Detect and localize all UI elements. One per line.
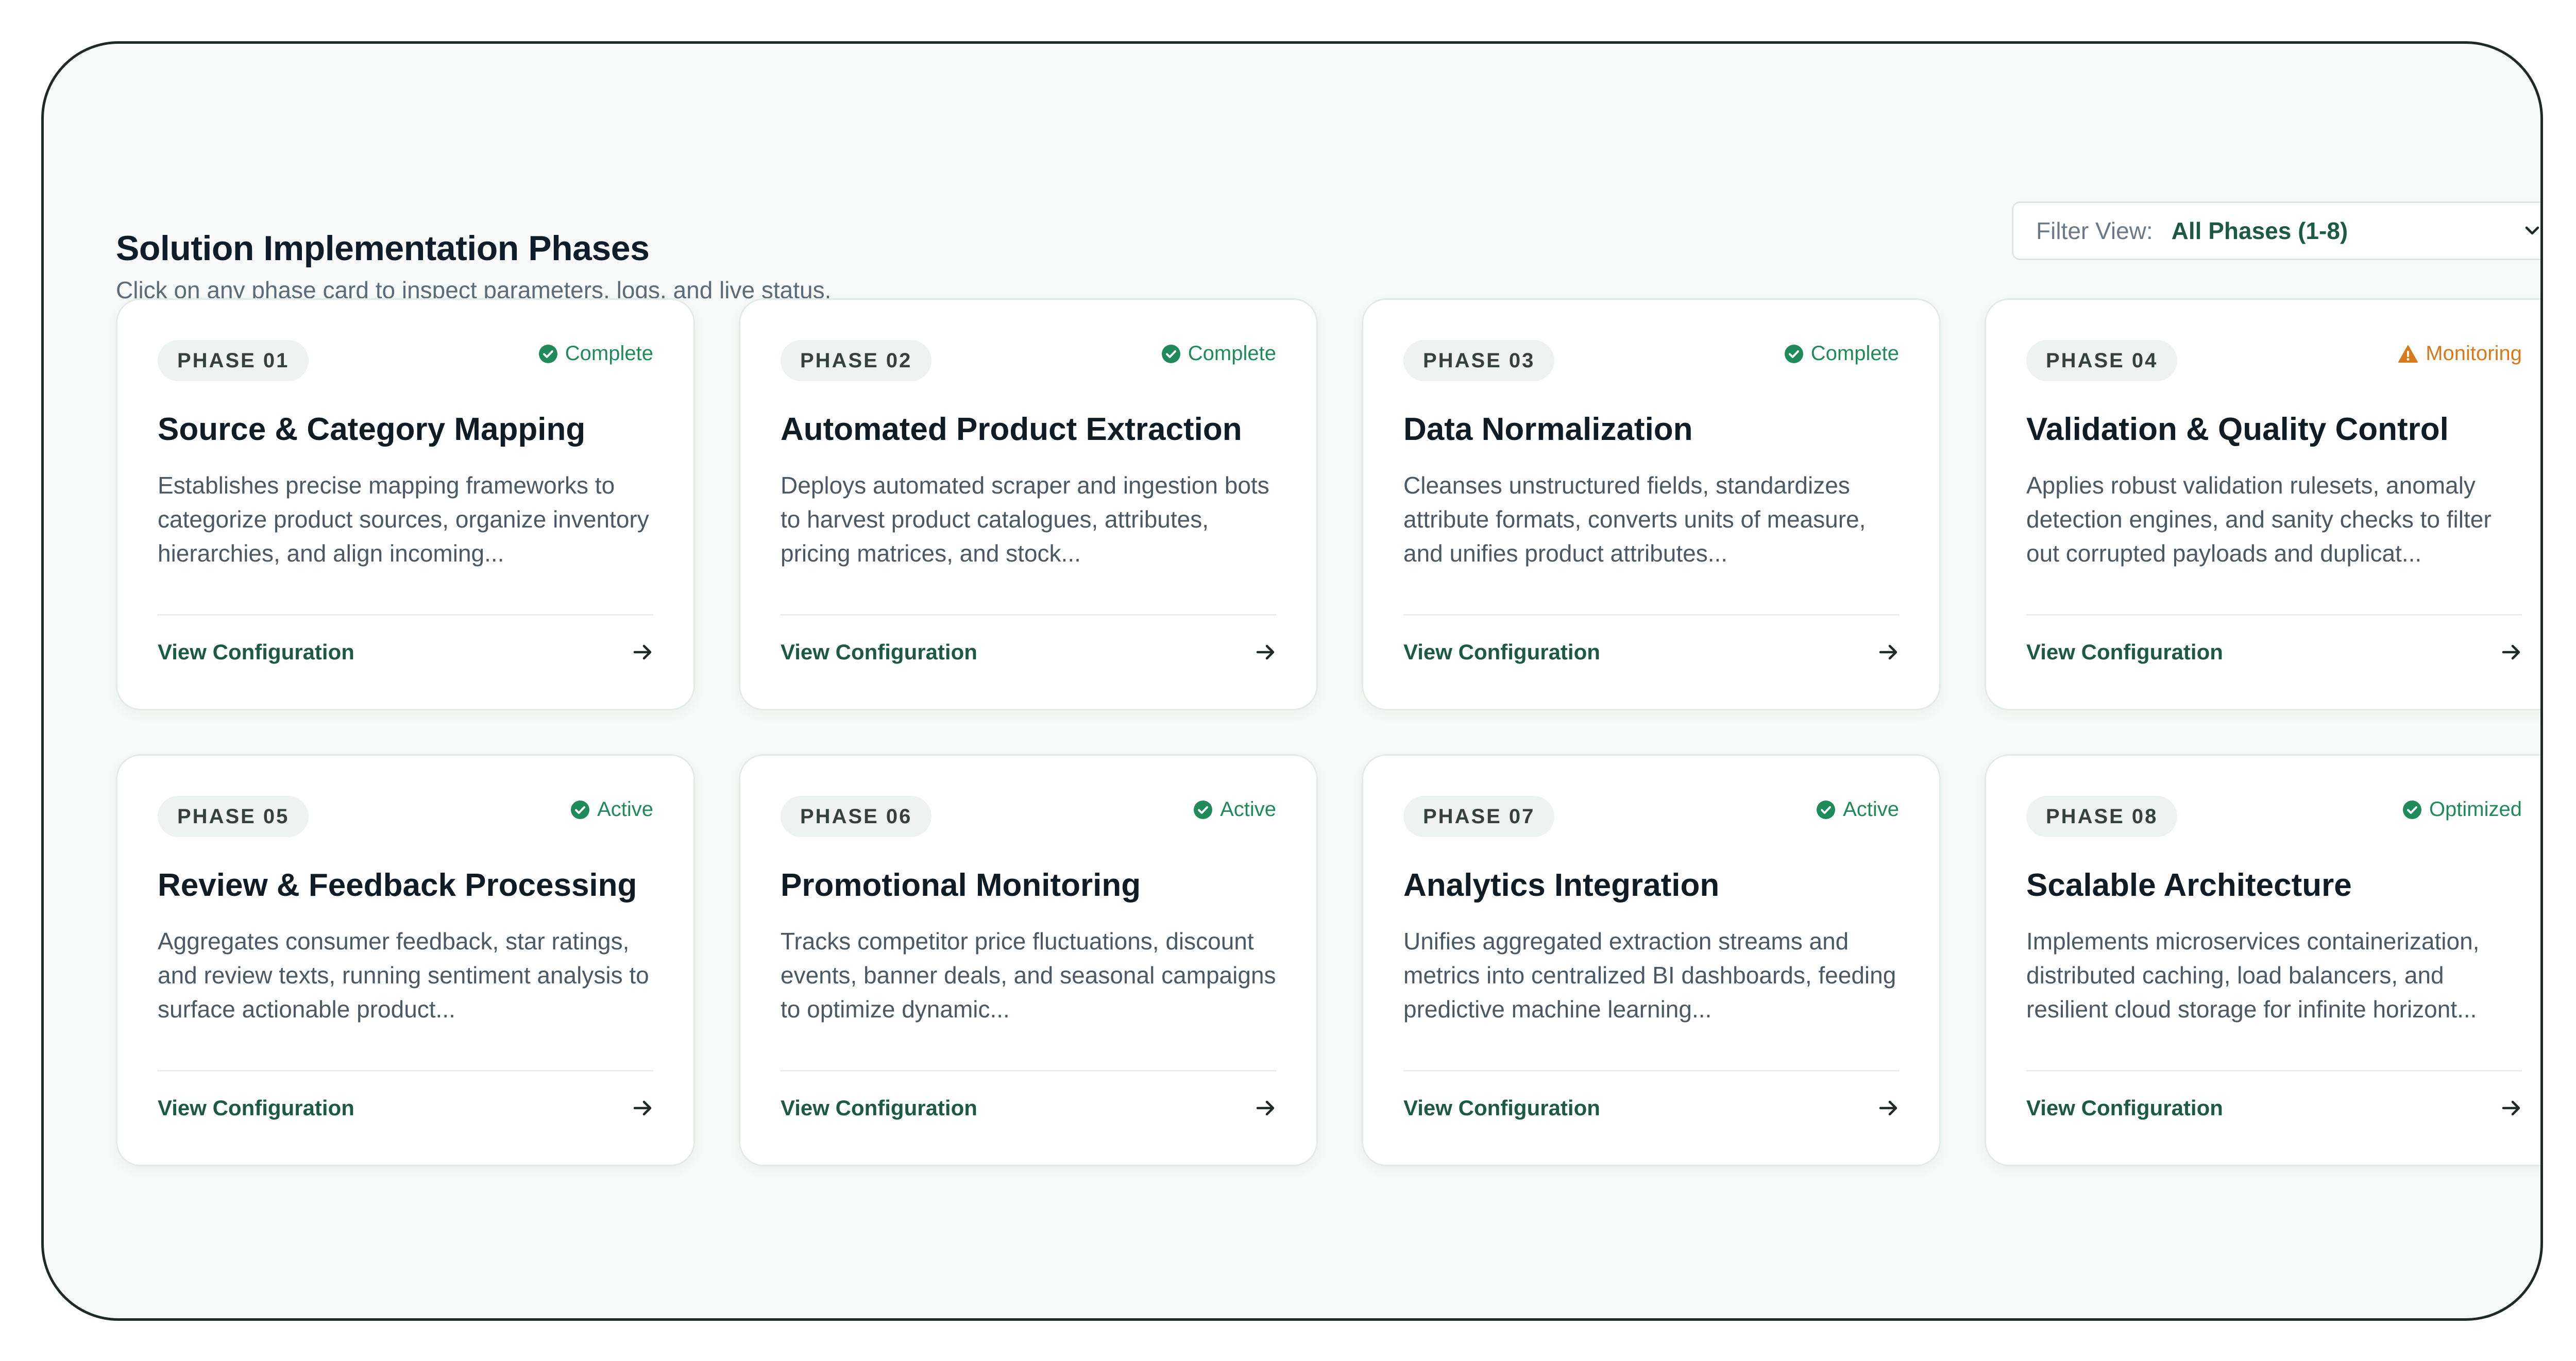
divider (1403, 1070, 1899, 1071)
view-configuration-link[interactable]: View Configuration (781, 1096, 977, 1120)
divider (158, 1070, 653, 1071)
arrow-right-icon[interactable] (633, 643, 653, 661)
phase-card-05[interactable]: PHASE 05 Active Review & Feedback Proces… (116, 754, 695, 1166)
phase-card-04[interactable]: PHASE 04 Monitoring Validation & Quality… (1985, 298, 2540, 710)
phase-badge: PHASE 08 (2026, 796, 2178, 837)
check-circle-icon (538, 344, 557, 363)
view-configuration-link[interactable]: View Configuration (781, 640, 977, 665)
phase-description: Unifies aggregated extraction streams an… (1403, 928, 1896, 1023)
view-configuration-link[interactable]: View Configuration (2026, 1096, 2223, 1120)
phase-title: Promotional Monitoring (781, 867, 1141, 903)
status-label: Optimized (2429, 798, 2522, 821)
divider (781, 614, 1276, 616)
status-badge: Monitoring (2398, 342, 2522, 365)
status-label: Complete (565, 342, 653, 365)
phase-title: Review & Feedback Processing (158, 867, 637, 903)
phase-title: Automated Product Extraction (781, 412, 1242, 447)
view-configuration-link[interactable]: View Configuration (1403, 1096, 1600, 1120)
check-circle-icon (2402, 800, 2421, 819)
chevron-down-icon (2524, 223, 2540, 239)
check-circle-icon (1784, 344, 1803, 363)
phase-badge: PHASE 06 (781, 796, 932, 837)
view-configuration-link[interactable]: View Configuration (158, 1096, 354, 1120)
phase-badge: PHASE 02 (781, 340, 932, 381)
view-configuration-link[interactable]: View Configuration (1403, 640, 1600, 665)
divider (2026, 614, 2522, 616)
phase-title: Validation & Quality Control (2026, 412, 2449, 447)
status-badge: Active (1193, 798, 1276, 821)
status-label: Monitoring (2426, 342, 2522, 365)
arrow-right-icon[interactable] (2501, 1099, 2522, 1117)
filter-view-label: Filter View: (2036, 217, 2153, 244)
phase-badge: PHASE 05 (158, 796, 309, 837)
phase-title: Data Normalization (1403, 412, 1693, 447)
phase-description: Deploys automated scraper and ingestion … (781, 472, 1269, 567)
page-header: Solution Implementation Phases Click on … (116, 229, 1765, 304)
check-circle-icon (571, 800, 590, 819)
status-label: Active (597, 798, 653, 821)
view-configuration-link[interactable]: View Configuration (2026, 640, 2223, 665)
filter-view-select[interactable]: Filter View: All Phases (1-8) (2012, 201, 2540, 260)
page-title: Solution Implementation Phases (116, 229, 650, 268)
phase-description: Tracks competitor price fluctuations, di… (781, 928, 1276, 1023)
phase-card-01[interactable]: PHASE 01 Complete Source & Category Mapp… (116, 298, 695, 710)
status-badge: Complete (538, 342, 653, 365)
arrow-right-icon[interactable] (1878, 1099, 1899, 1117)
app-frame: Solution Implementation Phases Click on … (41, 41, 2543, 1321)
check-circle-icon (1194, 800, 1213, 819)
phase-card-06[interactable]: PHASE 06 Active Promotional Monitoring T… (739, 754, 1318, 1166)
status-badge: Complete (1161, 342, 1276, 365)
warning-triangle-icon (2398, 345, 2418, 363)
phase-badge: PHASE 01 (158, 340, 309, 381)
status-label: Complete (1188, 342, 1276, 365)
phase-card-03[interactable]: PHASE 03 Complete Data Normalization Cle… (1362, 298, 1941, 710)
phase-description: Aggregates consumer feedback, star ratin… (158, 928, 649, 1023)
phase-description: Establishes precise mapping frameworks t… (158, 472, 649, 567)
divider (158, 614, 653, 616)
phase-card-07[interactable]: PHASE 07 Active Analytics Integration Un… (1362, 754, 1941, 1166)
phase-card-grid: PHASE 01 Complete Source & Category Mapp… (116, 298, 2540, 1166)
phase-badge: PHASE 07 (1403, 796, 1555, 837)
phase-card-08[interactable]: PHASE 08 Optimized Scalable Architecture… (1985, 754, 2540, 1166)
divider (2026, 1070, 2522, 1071)
phase-title: Scalable Architecture (2026, 867, 2352, 903)
phase-card-02[interactable]: PHASE 02 Complete Automated Product Extr… (739, 298, 1318, 710)
check-circle-icon (1817, 800, 1836, 819)
phase-description: Cleanses unstructured fields, standardiz… (1403, 472, 1866, 567)
phase-badge: PHASE 04 (2026, 340, 2178, 381)
divider (1403, 614, 1899, 616)
phase-badge: PHASE 03 (1403, 340, 1555, 381)
status-badge: Active (570, 798, 653, 821)
filter-view-value: All Phases (1-8) (2171, 217, 2348, 244)
check-circle-icon (1161, 344, 1180, 363)
phase-title: Source & Category Mapping (158, 412, 586, 447)
arrow-right-icon[interactable] (1878, 643, 1899, 661)
status-label: Active (1220, 798, 1276, 821)
arrow-right-icon[interactable] (1256, 643, 1276, 661)
status-badge: Active (1816, 798, 1899, 821)
phase-title: Analytics Integration (1403, 867, 1720, 903)
status-label: Complete (1810, 342, 1899, 365)
phase-description: Applies robust validation rulesets, anom… (2026, 472, 2492, 567)
status-label: Active (1843, 798, 1899, 821)
arrow-right-icon[interactable] (1256, 1099, 1276, 1117)
view-configuration-link[interactable]: View Configuration (158, 640, 354, 665)
divider (781, 1070, 1276, 1071)
status-badge: Complete (1784, 342, 1899, 365)
phase-description: Implements microservices containerizatio… (2026, 928, 2480, 1023)
status-badge: Optimized (2402, 798, 2522, 821)
arrow-right-icon[interactable] (633, 1099, 653, 1117)
arrow-right-icon[interactable] (2501, 643, 2522, 661)
